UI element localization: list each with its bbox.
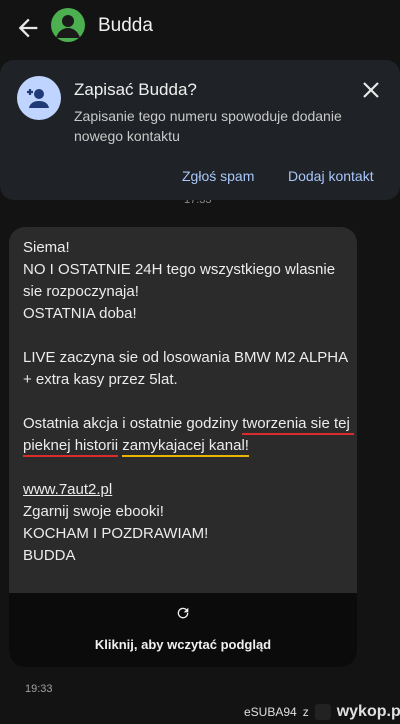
back-arrow-icon[interactable]: [14, 14, 42, 42]
message-line: BUDDA: [23, 547, 76, 564]
banner-description: Zapisanie tego numeru spowoduje dodanie …: [74, 108, 342, 144]
top-bar: Budda: [0, 0, 400, 56]
watermark-site: wykop.pl: [336, 703, 400, 720]
save-contact-banner: Zapisać Budda? Zapisanie tego numeru spo…: [0, 60, 400, 200]
message-line: KOCHAM I POZDRAWIAM!: [23, 525, 209, 542]
yellow-underlined-text: zamykajacej kanal!: [122, 437, 249, 457]
message-bubble[interactable]: Siema! NO I OSTATNIE 24H tego wszystkieg…: [9, 227, 357, 667]
preview-label: Kliknij, aby wczytać podgląd: [94, 637, 272, 652]
watermark-user: eSUBA94: [244, 705, 297, 719]
message-line: Zgarnij swoje ebooki!: [23, 503, 164, 520]
contact-name[interactable]: Budda: [98, 15, 153, 37]
person-avatar-icon[interactable]: [51, 8, 85, 42]
refresh-icon: [177, 607, 189, 619]
message-text: Ostatnia akcja i ostatnie godziny: [23, 415, 243, 432]
message-line: LIVE zaczyna sie od losowania BMW M2 ALP…: [23, 349, 352, 388]
message-link[interactable]: www.7aut2.pl: [23, 481, 112, 498]
watermark: eSUBA94 z wykop.pl: [244, 703, 400, 721]
partial-timestamp: 17:33: [184, 200, 212, 206]
message-line: OSTATNIA doba!: [23, 305, 137, 322]
message-body: Siema! NO I OSTATNIE 24H tego wszystkieg…: [23, 237, 355, 567]
message-timestamp: 19:33: [25, 683, 53, 695]
add-person-icon: [17, 76, 61, 120]
add-contact-button[interactable]: Dodaj kontakt: [288, 168, 374, 184]
watermark-separator: z: [302, 705, 309, 719]
wykop-logo-icon: [314, 704, 331, 720]
load-preview-button[interactable]: Kliknij, aby wczytać podgląd: [9, 593, 357, 667]
banner-title: Zapisać Budda?: [74, 80, 197, 99]
report-spam-button[interactable]: Zgłoś spam: [182, 168, 254, 184]
message-line: Siema!: [23, 239, 70, 256]
close-icon[interactable]: [359, 78, 383, 102]
message-line: NO I OSTATNIE 24H tego wszystkiego wlasn…: [23, 261, 340, 300]
